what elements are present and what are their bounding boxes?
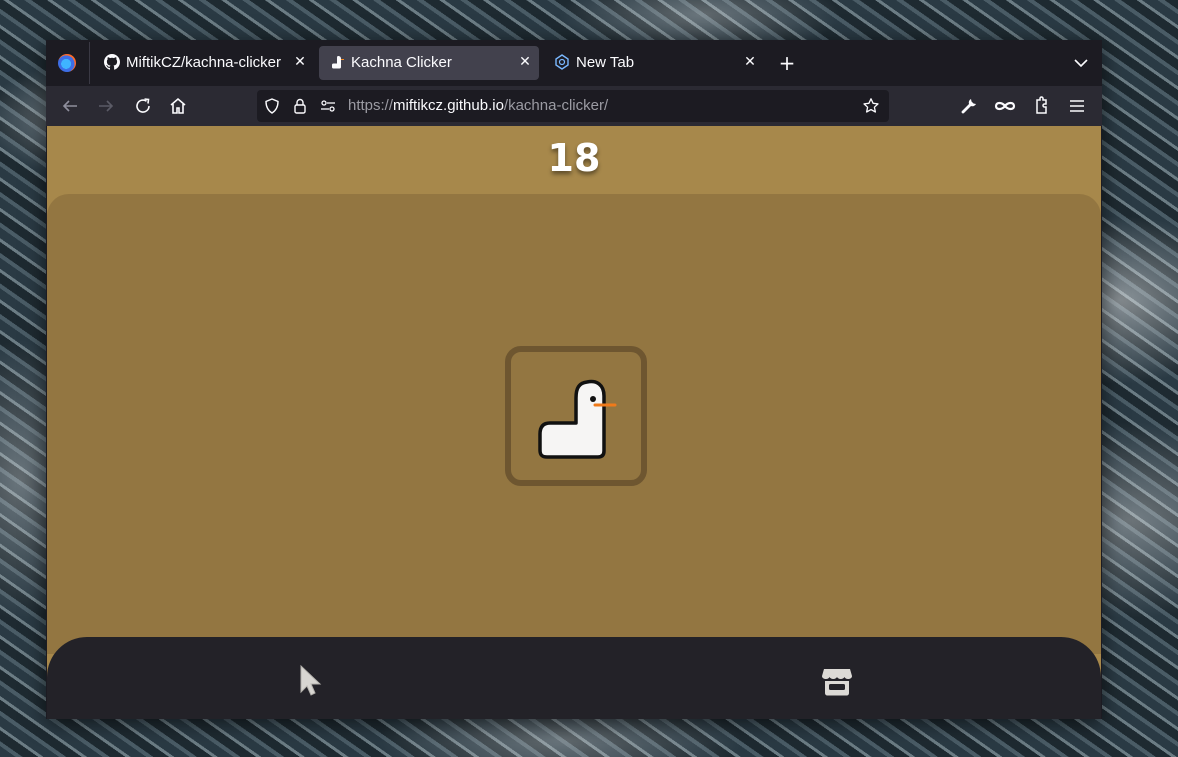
shop-icon[interactable] [817, 661, 857, 701]
wrench-icon[interactable] [956, 94, 980, 118]
back-arrow-icon[interactable] [58, 94, 82, 118]
url-text[interactable]: https://miftikcz.github.io/kachna-clicke… [348, 97, 608, 114]
permissions-icon[interactable] [319, 97, 337, 115]
chevron-down-icon[interactable] [1070, 52, 1092, 74]
url-bar[interactable]: https://miftikcz.github.io/kachna-clicke… [257, 90, 889, 122]
duck-icon [332, 56, 344, 69]
cursor-icon[interactable] [291, 661, 331, 701]
firefox-logo-icon[interactable] [58, 54, 76, 72]
click-counter: 18 [547, 136, 601, 180]
bottom-navigation [47, 637, 1101, 719]
url-host: miftikcz.github.io [393, 97, 504, 114]
bookmark-star-icon[interactable] [862, 97, 880, 115]
tab-new-tab[interactable]: New Tab ✕ [544, 46, 764, 80]
tab-title: Kachna Clicker [351, 54, 452, 71]
close-tab-icon[interactable]: ✕ [515, 52, 535, 72]
page-content: 18 [47, 126, 1101, 719]
tab-github[interactable]: MiftikCZ/kachna-clicker ✕ [94, 46, 314, 80]
close-tab-icon[interactable]: ✕ [290, 52, 310, 72]
tab-kachna-clicker[interactable]: Kachna Clicker ✕ [319, 46, 539, 80]
url-path: /kachna-clicker/ [503, 97, 609, 114]
extensions-icon[interactable] [1029, 94, 1053, 118]
hamburger-menu-icon[interactable] [1065, 94, 1089, 118]
play-area [47, 194, 1101, 654]
new-tab-button[interactable]: + [776, 52, 798, 74]
tab-strip: MiftikCZ/kachna-clicker ✕ Kachna Clicker… [46, 40, 1102, 86]
url-scheme: https:// [348, 97, 394, 114]
tab-title: New Tab [576, 54, 635, 71]
duck-click-button[interactable] [505, 346, 647, 486]
forward-arrow-icon[interactable] [94, 94, 118, 118]
home-icon[interactable] [166, 94, 190, 118]
private-mask-icon[interactable] [993, 94, 1017, 118]
navigation-toolbar: https://miftikcz.github.io/kachna-clicke… [46, 86, 1102, 126]
lock-icon[interactable] [291, 97, 309, 115]
tab-separator [89, 42, 90, 84]
tab-title: MiftikCZ/kachna-clicker [126, 54, 282, 71]
close-tab-icon[interactable]: ✕ [740, 52, 760, 72]
shield-icon[interactable] [263, 97, 281, 115]
duck-icon [538, 379, 617, 459]
firefox-view-icon [555, 54, 569, 70]
github-icon [104, 54, 120, 70]
reload-icon[interactable] [131, 94, 155, 118]
browser-window: MiftikCZ/kachna-clicker ✕ Kachna Clicker… [46, 40, 1102, 719]
